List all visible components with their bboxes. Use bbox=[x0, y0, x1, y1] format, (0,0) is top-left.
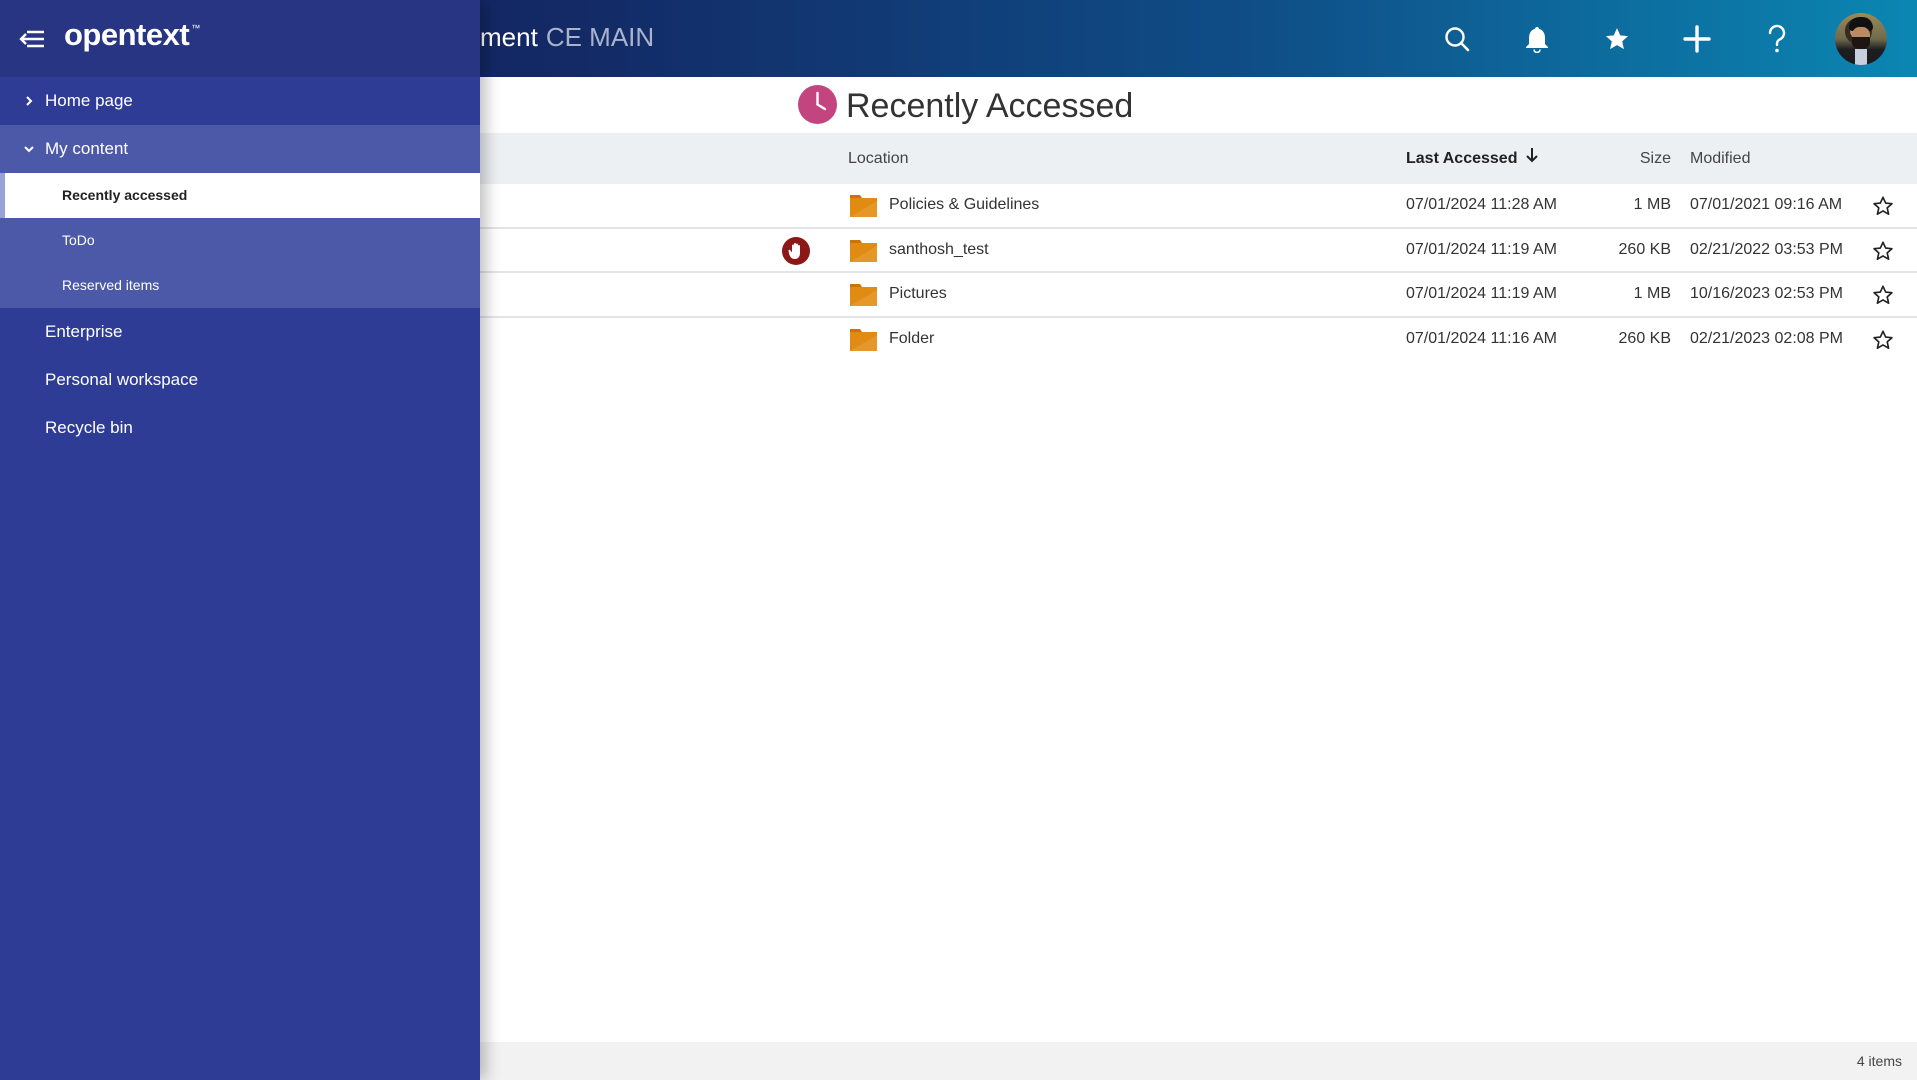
sidebar-item-label: Personal workspace bbox=[45, 370, 199, 389]
modified-value: 02/21/2022 03:53 PM bbox=[1690, 240, 1844, 258]
column-header-last-accessed[interactable]: Last Accessed bbox=[1406, 133, 1539, 184]
sidebar-item-label: My content bbox=[45, 139, 129, 158]
last-accessed-value: 07/01/2024 11:19 AM bbox=[1406, 240, 1557, 258]
modified-value: 07/01/2021 09:16 AM bbox=[1690, 196, 1843, 213]
item-count: 4 items bbox=[1856, 1053, 1902, 1069]
header-actions bbox=[1417, 0, 1917, 77]
modified-value: 02/21/2023 02:08 PM bbox=[1690, 329, 1844, 347]
favorite-star-icon[interactable] bbox=[1872, 195, 1894, 217]
sidebar-item-personal-workspace[interactable]: Personal workspace bbox=[0, 356, 480, 404]
sidebar-item-home-page[interactable]: Home page bbox=[0, 77, 480, 125]
navigation-sidebar: opentext ™ Home page My content Recently … bbox=[0, 0, 480, 1080]
item-name[interactable]: Policies & Guidelines bbox=[889, 184, 1039, 226]
app-name: ment bbox=[480, 22, 538, 52]
clock-icon bbox=[798, 85, 837, 124]
sort-descending-icon bbox=[1525, 133, 1539, 184]
size-value: 260 KB bbox=[1618, 240, 1671, 258]
help-icon bbox=[1768, 24, 1786, 52]
last-accessed-value: 07/01/2024 11:28 AM bbox=[1406, 196, 1557, 213]
favorites-button[interactable] bbox=[1577, 0, 1657, 77]
sidebar-item-my-content[interactable]: My content bbox=[0, 125, 480, 173]
sidebar-item-enterprise[interactable]: Enterprise bbox=[0, 308, 480, 356]
chevron-down-icon bbox=[22, 125, 36, 173]
collapse-menu-icon[interactable] bbox=[18, 26, 46, 52]
help-button[interactable] bbox=[1737, 0, 1817, 77]
sidebar-header: opentext ™ bbox=[0, 0, 480, 77]
opentext-logo: opentext ™ bbox=[64, 17, 200, 52]
bell-icon bbox=[1526, 26, 1548, 53]
environment-name: CE MAIN bbox=[545, 22, 655, 52]
item-name[interactable]: Folder bbox=[889, 318, 934, 360]
item-name[interactable]: Pictures bbox=[889, 273, 947, 315]
folder-icon bbox=[850, 195, 877, 217]
sidebar-item-label: Recycle bin bbox=[45, 418, 133, 437]
column-header-modified[interactable]: Modified bbox=[1690, 133, 1750, 184]
last-accessed-value: 07/01/2024 11:19 AM bbox=[1406, 285, 1557, 302]
reserved-hand-icon[interactable] bbox=[782, 236, 810, 265]
size-value: 1 MB bbox=[1633, 285, 1671, 302]
column-header-size[interactable]: Size bbox=[1640, 133, 1671, 184]
create-button[interactable] bbox=[1657, 0, 1737, 77]
star-icon bbox=[1605, 27, 1629, 49]
folder-icon bbox=[850, 284, 877, 306]
favorite-star-icon[interactable] bbox=[1872, 329, 1894, 351]
sidebar-item-recycle-bin[interactable]: Recycle bin bbox=[0, 404, 480, 452]
favorite-star-icon[interactable] bbox=[1872, 284, 1894, 306]
last-accessed-value: 07/01/2024 11:16 AM bbox=[1406, 329, 1557, 347]
sidebar-item-label: Home page bbox=[45, 91, 133, 110]
plus-icon bbox=[1683, 24, 1711, 53]
sidebar-item-recently-accessed[interactable]: Recently accessed bbox=[0, 173, 480, 218]
notifications-button[interactable] bbox=[1497, 0, 1577, 77]
column-header-location[interactable]: Location bbox=[848, 133, 909, 184]
app-title: ment CE MAIN bbox=[480, 20, 654, 54]
search-icon bbox=[1445, 26, 1470, 51]
favorite-star-icon[interactable] bbox=[1872, 240, 1894, 262]
app-window: ment CE MAIN Recently Accessed Location … bbox=[0, 0, 1917, 1080]
column-header-last-accessed-label: Last Accessed bbox=[1406, 150, 1518, 167]
chevron-right-icon bbox=[22, 77, 36, 125]
sidebar-item-label: Enterprise bbox=[45, 322, 123, 341]
modified-value: 10/16/2023 02:53 PM bbox=[1690, 285, 1844, 302]
folder-icon bbox=[850, 328, 877, 351]
size-value: 1 MB bbox=[1633, 196, 1671, 213]
sidebar-group-my-content: My content Recently accessed ToDo Reserv… bbox=[0, 125, 480, 308]
sidebar-item-reserved-items[interactable]: Reserved items bbox=[0, 263, 480, 308]
user-avatar[interactable] bbox=[1835, 12, 1887, 65]
sidebar-item-todo[interactable]: ToDo bbox=[0, 218, 480, 263]
folder-icon bbox=[850, 239, 877, 262]
search-button[interactable] bbox=[1417, 0, 1497, 77]
page-title: Recently Accessed bbox=[846, 87, 1134, 125]
item-name[interactable]: santhosh_test bbox=[889, 229, 989, 271]
size-value: 260 KB bbox=[1618, 329, 1671, 347]
